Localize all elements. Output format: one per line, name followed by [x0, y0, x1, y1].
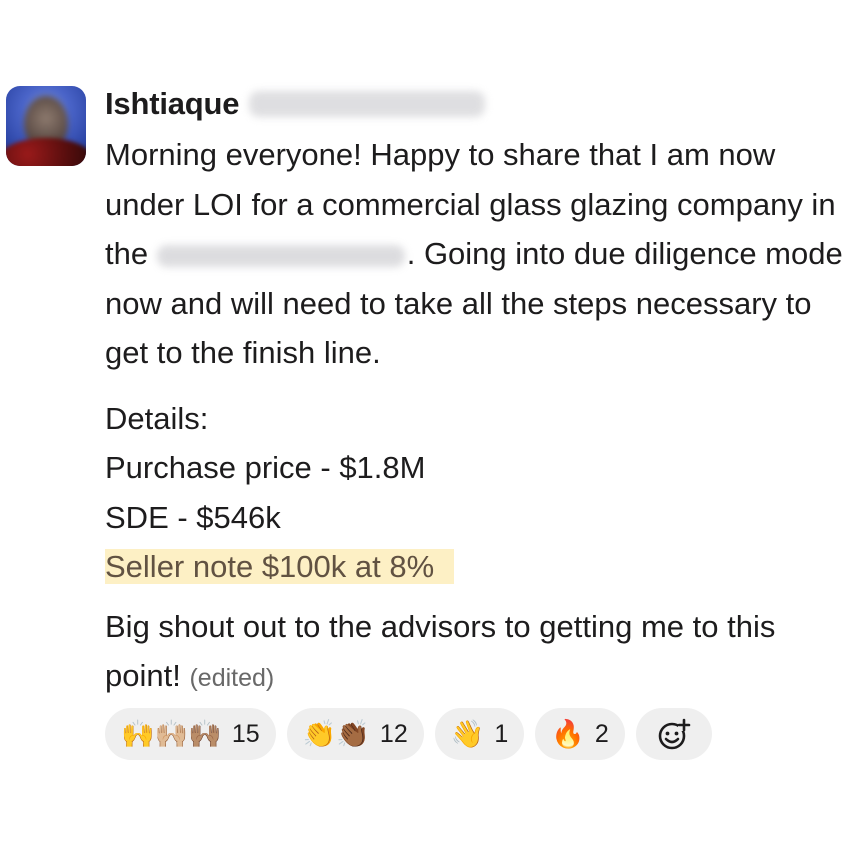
message-body: Morning everyone! Happy to share that I … [105, 130, 845, 704]
raised-hands-icon: 🙌🙌🏼🙌🏽 [121, 718, 222, 750]
message-paragraph-intro: Morning everyone! Happy to share that I … [105, 130, 845, 378]
avatar-shoulders [6, 138, 86, 166]
edited-label: (edited) [189, 664, 275, 692]
message-header: Ishtiaque [105, 84, 486, 124]
seller-note-highlighted: Seller note $100k at 8% [105, 549, 455, 584]
reaction-count: 12 [379, 719, 408, 748]
shoutout-paragraph: Big shout out to the advisors to getting… [105, 602, 845, 704]
sde-line: SDE - $546k [105, 499, 281, 535]
slack-message: Ishtiaque Morning everyone! Happy to sha… [0, 0, 846, 845]
reaction-count: 2 [594, 719, 609, 748]
fire-icon: 🔥 [551, 718, 585, 750]
reaction-count: 1 [494, 719, 509, 748]
reaction-count: 15 [231, 719, 260, 748]
reaction-raised-hands[interactable]: 🙌🙌🏼🙌🏽 15 [105, 708, 276, 760]
user-avatar[interactable] [6, 86, 86, 166]
author-name[interactable]: Ishtiaque [105, 86, 239, 122]
purchase-price-line: Purchase price - $1.8M [105, 450, 426, 485]
redacted-surname [249, 91, 486, 117]
waving-hand-icon: 👋 [450, 718, 485, 750]
details-label: Details: [105, 400, 209, 436]
reaction-waving-hand[interactable]: 👋 1 [434, 708, 525, 760]
redacted-location [156, 244, 405, 267]
reaction-clapping-hands[interactable]: 👏👏🏾 12 [286, 708, 424, 760]
reactions-bar: 🙌🙌🏼🙌🏽 15 👏👏🏾 12 👋 1 🔥 2 [105, 708, 712, 760]
reaction-fire[interactable]: 🔥 2 [535, 708, 625, 760]
add-reaction-icon [658, 718, 691, 750]
add-reaction-button[interactable] [635, 708, 712, 760]
clapping-hands-icon: 👏👏🏾 [302, 718, 370, 750]
